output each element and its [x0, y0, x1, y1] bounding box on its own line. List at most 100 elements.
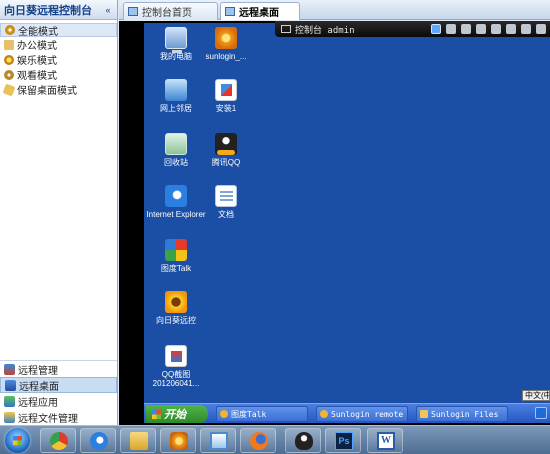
- pin-icon: [2, 83, 16, 96]
- sunflower-icon: [165, 291, 187, 313]
- remote-view[interactable]: 我的电脑 sunlogin_... 网上邻居 安装1 回收站 腾讯QQ Inte…: [119, 21, 550, 425]
- remote-task-sunlogin-files[interactable]: Sunlogin Files: [416, 406, 508, 422]
- talk-icon: [165, 239, 187, 261]
- qq-icon: [295, 432, 313, 450]
- installer-icon: [215, 79, 237, 101]
- mode-item-office[interactable]: 办公模式: [0, 37, 117, 52]
- remote-start-button[interactable]: 开始: [146, 405, 208, 423]
- tab-remote-desktop[interactable]: 远程桌面: [220, 2, 300, 20]
- tab-bar: 控制台首页 远程桌面: [119, 0, 550, 20]
- document-icon: [215, 185, 237, 207]
- tag-icon[interactable]: [461, 24, 471, 34]
- start-label: 开始: [164, 409, 186, 421]
- sunlogin-icon: [320, 410, 328, 418]
- monitor-icon: [225, 7, 235, 16]
- remote-control-toolbar: 控制台 admin: [275, 21, 550, 37]
- remote-task-talk[interactable]: 图度Talk: [216, 406, 308, 422]
- photoshop-icon: Ps: [335, 432, 353, 450]
- chrome-icon: [50, 432, 68, 450]
- remote-task-sunlogin-remote[interactable]: Sunlogin remote: [316, 406, 408, 422]
- remote-desktop-icon: [5, 379, 16, 391]
- pinned-window[interactable]: [200, 428, 236, 453]
- screen-icon[interactable]: [431, 24, 441, 34]
- window-icon: [210, 432, 228, 450]
- desktop-icon-label: 网上邻居: [160, 104, 192, 113]
- desktop-icon-label: 我的电脑: [160, 52, 192, 61]
- task-label: 图度Talk: [231, 409, 267, 419]
- desktop-icon-document[interactable]: 文档: [196, 185, 256, 219]
- windows-start-button[interactable]: [5, 428, 30, 453]
- close-icon[interactable]: [536, 24, 546, 34]
- network-icon: [165, 79, 187, 101]
- desktop-icon-label: 安装1: [215, 104, 237, 113]
- tab-label: 控制台首页: [142, 8, 192, 19]
- monitor-icon: [128, 7, 138, 16]
- panel-header: 向日葵远程控制台 «: [0, 0, 117, 20]
- mode-item-entertainment[interactable]: 娱乐模式: [0, 52, 117, 67]
- desktop-icon-sunflower[interactable]: 向日葵远控: [146, 291, 206, 325]
- remote-taskbar: 开始 图度Talk Sunlogin remote Sunlogin Files…: [144, 390, 550, 423]
- bottom-nav: 远程管理 远程桌面 远程应用 远程文件管理: [0, 360, 117, 425]
- desktop-icon-qq[interactable]: 腾讯QQ: [196, 133, 256, 167]
- pinned-ie[interactable]: [80, 428, 116, 453]
- ie-icon: [90, 432, 108, 450]
- mode-label: 娱乐模式: [17, 56, 57, 67]
- desktop-icon-label: sunlogin_...: [205, 52, 247, 61]
- mode-item-keep-desktop[interactable]: 保留桌面模式: [0, 82, 117, 97]
- word-icon: W: [377, 432, 395, 450]
- pinned-sunlogin[interactable]: [160, 428, 196, 453]
- pinned-word[interactable]: W: [367, 428, 403, 453]
- hand-icon[interactable]: [521, 24, 531, 34]
- gear-icon[interactable]: [446, 24, 456, 34]
- desktop-icon-sunlogin[interactable]: sunlogin_...: [196, 27, 256, 61]
- task-label: Sunlogin remote: [331, 409, 404, 419]
- mode-list: 全能模式 办公模式 娱乐模式 观看模式 保留桌面模式: [0, 20, 117, 97]
- collapse-icon[interactable]: «: [102, 4, 114, 16]
- desktop-icon-install[interactable]: 安装1: [196, 79, 256, 113]
- nav-label: 远程文件管理: [18, 413, 78, 425]
- desktop-icon-talk[interactable]: 图度Talk: [146, 239, 206, 273]
- nav-label: 远程桌面: [19, 381, 59, 393]
- sunlogin-icon: [215, 27, 237, 49]
- mode-item-watch[interactable]: 观看模式: [0, 67, 117, 82]
- remote-file-icon: [4, 411, 15, 423]
- toolbar-label: 控制台 admin: [295, 25, 355, 36]
- computer-icon: [165, 27, 187, 53]
- desktop-icon-label: 向日葵远控: [156, 316, 196, 325]
- recycle-bin-icon: [165, 133, 187, 155]
- camera-icon[interactable]: [476, 24, 486, 34]
- ime-indicator[interactable]: 中文(中: [522, 390, 550, 401]
- desktop-icon-label: 文档: [218, 210, 234, 219]
- pinned-chrome[interactable]: [40, 428, 76, 453]
- pinned-explorer[interactable]: [120, 428, 156, 453]
- ie-icon: [165, 185, 187, 207]
- left-panel: 向日葵远程控制台 « 全能模式 办公模式 娱乐模式 观看模式 保留桌面模式 远程…: [0, 0, 118, 425]
- desktop-icon-label: 腾讯QQ: [211, 158, 241, 167]
- fullscreen-icon[interactable]: [506, 24, 516, 34]
- mode-label: 保留桌面模式: [17, 86, 77, 97]
- windows-taskbar: Ps W: [0, 425, 550, 454]
- nav-remote-desktop[interactable]: 远程桌面: [0, 377, 117, 393]
- nav-remote-manage[interactable]: 远程管理: [0, 361, 117, 377]
- desktop-icon-label: QQ截图 201206041...: [152, 370, 200, 388]
- tab-console-home[interactable]: 控制台首页: [123, 2, 218, 20]
- desktop-icon-label: 图度Talk: [160, 264, 192, 273]
- sun-icon: [4, 54, 14, 65]
- mode-label: 办公模式: [17, 41, 57, 52]
- remote-app-icon: [4, 395, 15, 407]
- screenshot-icon: [165, 345, 187, 367]
- nav-label: 远程管理: [18, 365, 58, 377]
- pinned-photoshop[interactable]: Ps: [325, 428, 361, 453]
- mode-label: 观看模式: [17, 71, 57, 82]
- tray-qq-icon[interactable]: [535, 407, 547, 419]
- talk-icon: [220, 410, 228, 418]
- desktop-icon-screenshot[interactable]: QQ截图 201206041...: [146, 345, 206, 388]
- nav-remote-file[interactable]: 远程文件管理: [0, 409, 117, 425]
- sunlogin-icon: [170, 432, 188, 450]
- mode-item-all[interactable]: 全能模式: [0, 23, 117, 38]
- plus-icon[interactable]: [491, 24, 501, 34]
- nav-remote-app[interactable]: 远程应用: [0, 393, 117, 409]
- remote-desktop-screen[interactable]: 我的电脑 sunlogin_... 网上邻居 安装1 回收站 腾讯QQ Inte…: [144, 23, 550, 423]
- pinned-qq[interactable]: [285, 428, 321, 453]
- pinned-firefox[interactable]: [240, 428, 276, 453]
